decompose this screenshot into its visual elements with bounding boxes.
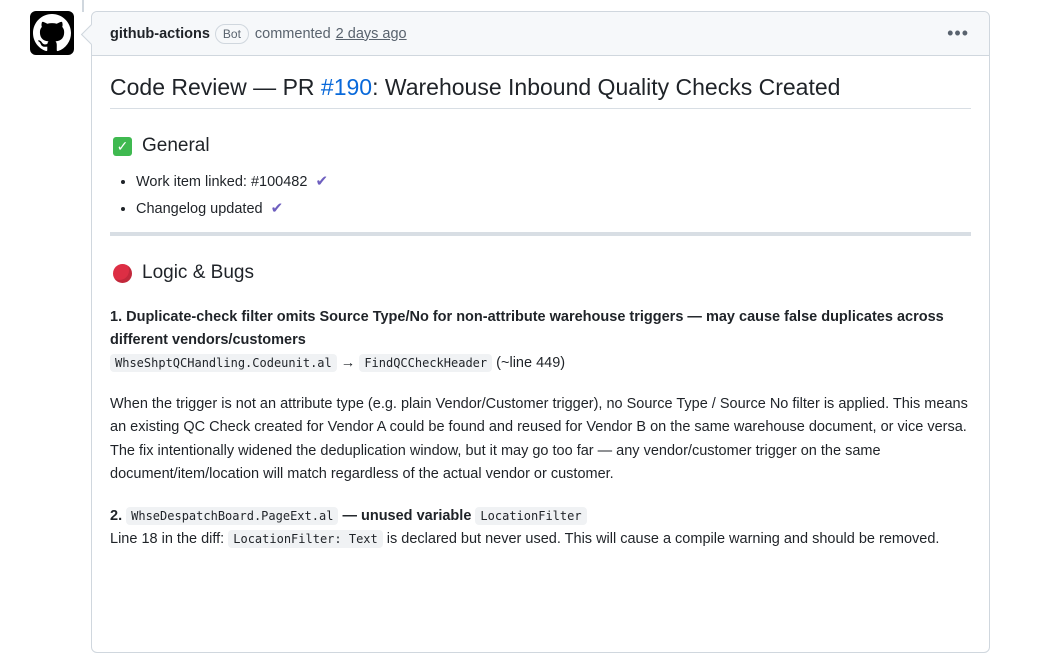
avatar[interactable]: [30, 11, 74, 55]
title-suffix: : Warehouse Inbound Quality Checks Creat…: [372, 74, 841, 100]
author-link[interactable]: github-actions: [110, 26, 210, 42]
timestamp-link[interactable]: 2 days ago: [336, 26, 407, 42]
issue-1-file: WhseShptQCHandling.Codeunit.al: [110, 354, 337, 372]
timeline-line: [82, 0, 84, 12]
issue-2-description: Line 18 in the diff: LocationFilter: Tex…: [110, 528, 971, 552]
comment-header: github-actions Bot commented 2 days ago …: [92, 12, 989, 56]
issue-2-number: 2.: [110, 507, 123, 524]
github-logo-icon: [33, 14, 71, 52]
general-heading-label: General: [142, 135, 210, 156]
issue-1-location: WhseShptQCHandling.Codeunit.al → FindQCC…: [110, 352, 971, 376]
general-list: Work item linked: #100482 ✔ Changelog up…: [110, 173, 971, 218]
more-options-icon[interactable]: •••: [947, 24, 969, 42]
general-heading: ✓ General: [110, 135, 971, 157]
issue-1-description: When the trigger is not an attribute typ…: [110, 395, 968, 483]
issue-2-file: WhseDespatchBoard.PageExt.al: [126, 506, 339, 525]
issue-1-line: (~line 449): [496, 355, 566, 371]
issue-2-desc-prefix: Line 18 in the diff:: [110, 531, 225, 547]
arrow-icon: →: [340, 355, 356, 371]
issue-2-dash-text: — unused variable: [342, 507, 472, 524]
comment-body: Code Review — PR #190: Warehouse Inbound…: [92, 74, 989, 552]
comment-box: github-actions Bot commented 2 days ago …: [91, 11, 990, 653]
issue-2-title: 2. WhseDespatchBoard.PageExt.al — unused…: [110, 505, 971, 529]
section-divider: [110, 232, 971, 236]
comment-action: commented: [254, 25, 331, 42]
red-circle-emoji-icon: [113, 263, 132, 283]
issue-1-function: FindQCCheckHeader: [359, 354, 493, 372]
logic-heading-label: Logic & Bugs: [142, 262, 254, 283]
review-title: Code Review — PR #190: Warehouse Inbound…: [110, 74, 971, 109]
work-item-link[interactable]: #100482: [251, 174, 307, 190]
bot-badge: Bot: [214, 23, 249, 44]
issue-2-variable: LocationFilter: [475, 506, 587, 525]
issue-2-code: LocationFilter: Text: [228, 530, 383, 548]
list-item: Changelog updated ✔: [136, 200, 971, 218]
changelog-label: Changelog updated: [136, 201, 263, 217]
check-icon: ✔: [270, 200, 284, 217]
issue-2-desc-suffix: is declared but never used. This will ca…: [386, 531, 940, 547]
pr-link[interactable]: #190: [321, 74, 372, 100]
check-icon: ✔: [315, 173, 329, 190]
work-item-label: Work item linked:: [136, 174, 251, 190]
issue-1-title: 1. Duplicate-check filter omits Source T…: [110, 309, 944, 348]
title-prefix: Code Review — PR: [110, 74, 321, 100]
list-item: Work item linked: #100482 ✔: [136, 173, 971, 191]
logic-heading: Logic & Bugs: [110, 262, 971, 284]
check-mark-emoji-icon: ✓: [113, 136, 132, 156]
